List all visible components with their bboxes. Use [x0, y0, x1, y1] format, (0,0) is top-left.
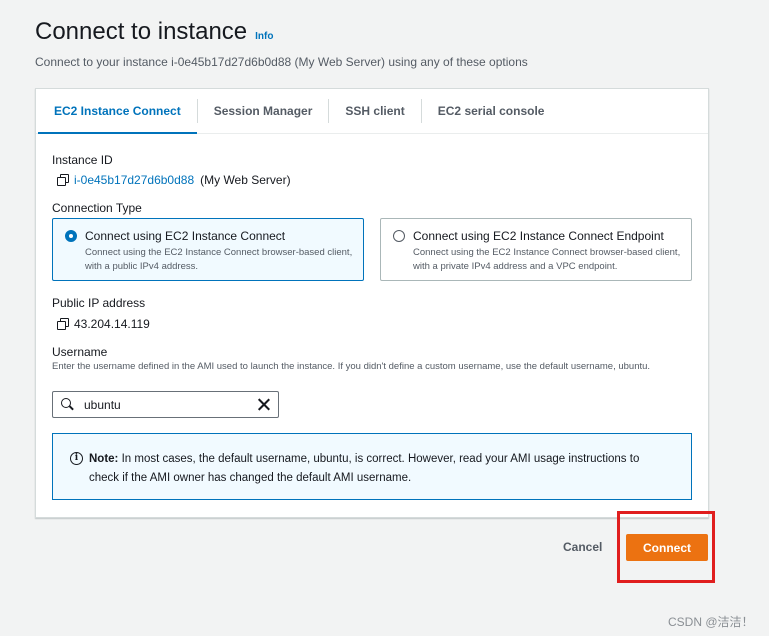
username-field[interactable]	[52, 391, 279, 418]
info-icon: i	[70, 452, 83, 465]
instance-id-row: i-0e45b17d27d6b0d88 (My Web Server)	[56, 173, 291, 187]
cancel-button[interactable]: Cancel	[563, 540, 602, 554]
connection-type-label: Connection Type	[52, 201, 142, 215]
radio-card-ec2-instance-connect[interactable]: Connect using EC2 Instance Connect Conne…	[52, 218, 364, 281]
radio-description: Connect using the EC2 Instance Connect b…	[413, 247, 681, 272]
instance-id-label: Instance ID	[52, 153, 113, 167]
connect-button[interactable]: Connect	[626, 534, 708, 561]
search-icon	[61, 398, 74, 411]
radio-title: Connect using EC2 Instance Connect Endpo…	[413, 229, 664, 243]
page-subtitle: Connect to your instance i-0e45b17d27d6b…	[35, 55, 528, 69]
public-ip-row: 43.204.14.119	[56, 317, 150, 331]
radio-card-ec2-instance-connect-endpoint[interactable]: Connect using EC2 Instance Connect Endpo…	[380, 218, 692, 281]
page-title: Connect to instance Info	[35, 18, 273, 46]
info-alert: i Note: In most cases, the default usern…	[52, 433, 692, 500]
page-title-text: Connect to instance	[35, 18, 248, 45]
radio-description: Connect using the EC2 Instance Connect b…	[85, 247, 353, 272]
copy-icon[interactable]	[56, 174, 69, 186]
radio-unselected-icon[interactable]	[393, 230, 405, 242]
clear-icon[interactable]	[257, 398, 270, 411]
public-ip-label: Public IP address	[52, 296, 146, 310]
tab-bar: EC2 Instance Connect Session Manager SSH…	[36, 89, 708, 134]
radio-title: Connect using EC2 Instance Connect	[85, 229, 286, 243]
public-ip-value: 43.204.14.119	[74, 317, 150, 331]
note-bold: Note:	[89, 453, 119, 465]
connect-panel: EC2 Instance Connect Session Manager SSH…	[35, 88, 709, 518]
username-label: Username	[52, 345, 108, 359]
instance-name: (My Web Server)	[200, 173, 291, 187]
note-text: In most cases, the default username, ubu…	[89, 453, 640, 484]
instance-id-link[interactable]: i-0e45b17d27d6b0d88	[74, 173, 194, 187]
watermark: CSDN @洁洁！	[668, 615, 754, 629]
username-input[interactable]	[82, 396, 257, 413]
tab-ec2-serial-console[interactable]: EC2 serial console	[422, 89, 561, 133]
info-link[interactable]: Info	[255, 31, 273, 42]
radio-selected-icon[interactable]	[65, 230, 77, 242]
tab-ssh-client[interactable]: SSH client	[329, 89, 420, 133]
tab-session-manager[interactable]: Session Manager	[198, 89, 329, 133]
username-hint: Enter the username defined in the AMI us…	[52, 361, 651, 372]
copy-icon[interactable]	[56, 318, 69, 330]
tab-ec2-instance-connect[interactable]: EC2 Instance Connect	[38, 89, 197, 134]
